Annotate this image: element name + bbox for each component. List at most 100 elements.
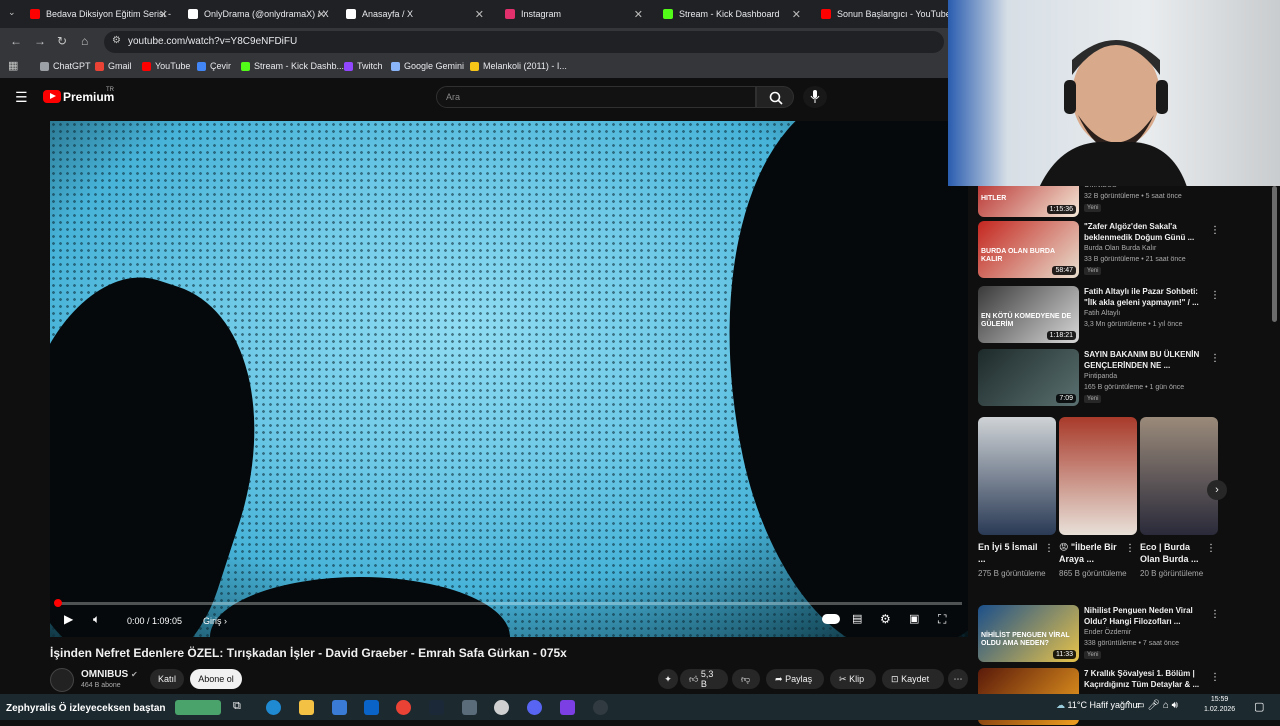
join-button[interactable]: Katıl: [150, 669, 184, 689]
short-thumbnail[interactable]: [1059, 417, 1137, 535]
back-icon[interactable]: ←: [10, 34, 22, 48]
channel-name[interactable]: OMNIBUS ✔: [81, 669, 138, 680]
tab-close-icon[interactable]: ✕: [634, 8, 643, 21]
play-icon[interactable]: ▶: [64, 612, 73, 626]
obs-icon[interactable]: [560, 700, 575, 715]
video-thumbnail[interactable]: 7:09: [978, 349, 1079, 406]
channel-name[interactable]: Pintipanda: [1084, 373, 1117, 380]
search-button[interactable]: [756, 86, 794, 108]
video-title[interactable]: Nihilist Penguen Neden Viral Oldu? Hangi…: [1084, 605, 1204, 627]
autoplay-toggle[interactable]: [822, 614, 840, 624]
volume-icon[interactable]: 🔈︎: [93, 612, 100, 627]
short-thumbnail[interactable]: [1140, 417, 1218, 535]
chapter-label[interactable]: Giriş ›: [203, 616, 227, 626]
channel-avatar[interactable]: [50, 668, 74, 692]
bookmark-item[interactable]: Google Gemini: [391, 61, 464, 71]
video-thumbnail[interactable]: NİHİLİST PENGUEN VİRAL OLDU AMA NEDEN? 11…: [978, 605, 1079, 662]
recommended-video[interactable]: 7:09 SAYIN BAKANIM BU ÜLKENİN GENÇLERİNDE…: [978, 349, 1220, 407]
more-actions-icon[interactable]: ⋯: [948, 669, 968, 689]
short-video[interactable]: En İyi 5 İsmail ... 275 B görüntüleme ⋮: [978, 417, 1056, 578]
store-icon[interactable]: [332, 700, 347, 715]
short-title[interactable]: 😡 "İlberle Bir Araya ...: [1059, 541, 1121, 565]
video-thumbnail[interactable]: BURDA OLAN BURDA KALIR 58:47: [978, 221, 1079, 278]
taskbar-preview-thumbnail[interactable]: [175, 700, 221, 715]
app-icon[interactable]: [494, 700, 509, 715]
clip-button[interactable]: ✂ Klip: [830, 669, 876, 689]
browser-tab[interactable]: Sonun Başlangıcı - YouTube: [813, 3, 965, 25]
forward-icon[interactable]: →: [34, 34, 46, 48]
short-video[interactable]: 😡 "İlberle Bir Araya ... 865 B görüntülem…: [1059, 417, 1137, 578]
tab-close-icon[interactable]: ✕: [475, 8, 484, 21]
channel-name[interactable]: Ender Özdemir: [1084, 629, 1131, 636]
bookmark-item[interactable]: YouTube: [142, 61, 190, 71]
bookmark-item[interactable]: Çevir: [197, 61, 231, 71]
edge-icon[interactable]: [266, 700, 281, 715]
more-options-icon[interactable]: ⋮: [1210, 353, 1220, 364]
steam-icon[interactable]: [429, 700, 444, 715]
channel-name[interactable]: Burda Olan Burda Kalır: [1084, 245, 1156, 252]
fullscreen-icon[interactable]: ⛶: [938, 612, 946, 627]
subscribe-button[interactable]: Abone ol: [190, 669, 242, 689]
video-progress-bar[interactable]: [56, 602, 962, 605]
subtitles-icon[interactable]: ▤: [852, 612, 862, 625]
tab-search-icon[interactable]: ⌄: [8, 7, 16, 18]
video-player[interactable]: [50, 121, 968, 637]
bookmark-item[interactable]: Twitch: [344, 61, 383, 71]
short-title[interactable]: En İyi 5 İsmail ...: [978, 541, 1040, 565]
home-icon[interactable]: ⌂: [81, 34, 88, 48]
recommended-video[interactable]: NİHİLİST PENGUEN VİRAL OLDU AMA NEDEN? 11…: [978, 605, 1220, 663]
video-title[interactable]: "Zafer Algöz'den Sakal'a beklenmedik Doğ…: [1084, 221, 1204, 243]
address-bar[interactable]: ⚙ youtube.com/watch?v=Y8C9eNFDiFU: [104, 31, 944, 53]
bookmark-item[interactable]: Stream - Kick Dashb...: [241, 61, 344, 71]
browser-tab[interactable]: Anasayfa / X ✕: [338, 3, 490, 25]
share-button[interactable]: ➦ Paylaş: [766, 669, 824, 689]
menu-icon[interactable]: ☰: [15, 89, 28, 106]
system-clock[interactable]: 15:59 1.02.2026: [1204, 695, 1235, 715]
more-options-icon[interactable]: ⋮: [1210, 672, 1220, 683]
notification-icon[interactable]: ▢: [1254, 700, 1264, 713]
dislike-button[interactable]: 👎︎: [732, 669, 760, 689]
video-title[interactable]: SAYIN BAKANIM BU ÜLKENİN GENÇLERİNDEN NE…: [1084, 349, 1204, 371]
github-icon[interactable]: [593, 700, 608, 715]
settings-gear-icon[interactable]: ⚙: [880, 612, 891, 626]
save-button[interactable]: ⊡ Kaydet: [882, 669, 944, 689]
more-options-icon[interactable]: ⋮: [1210, 609, 1220, 620]
short-thumbnail[interactable]: [978, 417, 1056, 535]
mail-icon[interactable]: [364, 700, 379, 715]
apps-grid-icon[interactable]: ▦: [8, 59, 18, 72]
recommended-video[interactable]: EN KÖTÜ KOMEDYENE DE GÜLERİM 1:18:21 Fatih…: [978, 286, 1220, 344]
bookmark-item[interactable]: Gmail: [95, 61, 132, 71]
settings-app-icon[interactable]: [462, 700, 477, 715]
miniplayer-icon[interactable]: ▣: [909, 612, 919, 625]
more-options-icon[interactable]: ⋮: [1125, 543, 1135, 554]
more-options-icon[interactable]: ⋮: [1044, 543, 1054, 554]
browser-tab[interactable]: Bedava Diksiyon Eğitim Serisi - ✕: [22, 3, 174, 25]
bookmark-item[interactable]: Melankoli (2011) - I...: [470, 61, 567, 71]
browser-tab[interactable]: Stream - Kick Dashboard ✕: [655, 3, 807, 25]
task-view-icon[interactable]: ⧉: [233, 700, 248, 715]
bookmark-item[interactable]: ChatGPT: [40, 61, 91, 71]
recommended-video[interactable]: BURDA OLAN BURDA KALIR 58:47 "Zafer Algöz'…: [978, 221, 1220, 279]
progress-scrubber[interactable]: [54, 599, 62, 607]
tab-close-icon[interactable]: ✕: [159, 8, 168, 21]
search-input[interactable]: Ara: [436, 86, 756, 108]
more-options-icon[interactable]: ⋮: [1210, 290, 1220, 301]
file-explorer-icon[interactable]: [299, 700, 314, 715]
short-title[interactable]: Eco | Burda Olan Burda ...: [1140, 541, 1202, 565]
more-options-icon[interactable]: ⋮: [1210, 225, 1220, 236]
discord-icon[interactable]: [527, 700, 542, 715]
site-info-icon[interactable]: ⚙: [112, 35, 121, 46]
browser-tab[interactable]: Instagram ✕: [497, 3, 649, 25]
video-title[interactable]: Fatih Altaylı ile Pazar Sohbeti: "İlk ak…: [1084, 286, 1204, 308]
youtube-logo-icon[interactable]: [43, 90, 61, 103]
sidebar-scrollbar[interactable]: [1272, 186, 1277, 322]
tab-close-icon[interactable]: ✕: [792, 8, 801, 21]
channel-name[interactable]: Fatih Altaylı: [1084, 310, 1120, 317]
more-options-icon[interactable]: ⋮: [1206, 543, 1216, 554]
voice-search-button[interactable]: [803, 86, 827, 108]
tray-icons[interactable]: ⌃ ▭ 🎤︎ ⌂ 🔊︎: [1124, 700, 1178, 711]
like-button[interactable]: 👍︎ 5,3 B: [680, 669, 728, 689]
short-video[interactable]: Eco | Burda Olan Burda ... 20 B görüntüle…: [1140, 417, 1218, 578]
tab-close-icon[interactable]: ✕: [317, 8, 326, 21]
browser-tab[interactable]: OnlyDrama (@onlydramaX) / X ✕: [180, 3, 332, 25]
